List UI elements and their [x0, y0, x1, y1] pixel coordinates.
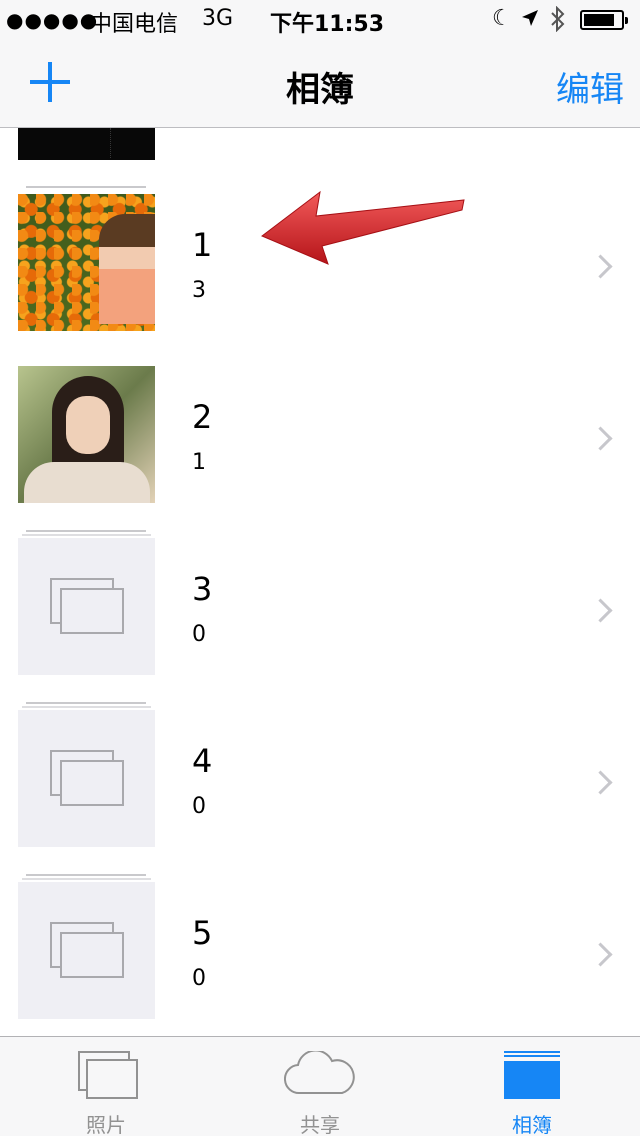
stack-line — [26, 186, 146, 188]
page-title: 相簿 — [286, 70, 354, 110]
album-row-4[interactable]: 4 0 — [0, 700, 640, 872]
album-count: 3 — [192, 278, 206, 303]
album-count: 0 — [192, 794, 206, 819]
chevron-right-icon — [588, 770, 613, 795]
edit-button[interactable]: 编辑 — [556, 62, 624, 111]
tab-photos[interactable]: 照片 — [26, 1037, 186, 1137]
album-name: 5 — [192, 914, 213, 952]
stack-line — [26, 874, 146, 876]
chevron-right-icon — [588, 598, 613, 623]
navigation-bar: 相簿 编辑 — [0, 40, 640, 128]
album-row-3[interactable]: 3 0 — [0, 528, 640, 700]
album-count: 0 — [192, 622, 206, 647]
do-not-disturb-icon: ☾ — [492, 6, 512, 31]
location-icon — [520, 8, 540, 34]
chevron-right-icon — [588, 254, 613, 279]
tab-label: 照片 — [86, 1113, 126, 1137]
album-count: 1 — [192, 450, 206, 475]
signal-strength: ●●●●● — [6, 8, 99, 32]
tab-label: 共享 — [300, 1113, 340, 1137]
cloud-icon — [283, 1049, 356, 1101]
tab-bar: 照片 共享 相簿 — [0, 1036, 640, 1137]
album-name: 3 — [192, 570, 213, 608]
album-row-5[interactable]: 5 0 — [0, 872, 640, 1036]
tab-albums[interactable]: 相簿 — [452, 1037, 612, 1137]
empty-album-icon — [18, 710, 155, 847]
partial-album-thumbnail[interactable] — [18, 128, 155, 160]
album-row-2[interactable]: 2 1 — [0, 356, 640, 528]
album-thumbnail-photo — [18, 194, 155, 331]
empty-album-icon — [18, 538, 155, 675]
tab-label: 相簿 — [512, 1113, 552, 1137]
chevron-right-icon — [588, 942, 613, 967]
stack-line — [22, 878, 151, 880]
red-arrow-annotation — [258, 188, 470, 272]
stack-line — [22, 534, 151, 536]
carrier-name: 中国电信 — [90, 12, 179, 37]
album-name: 4 — [192, 742, 213, 780]
clock: 下午11:53 — [270, 12, 385, 37]
network-type: 3G — [202, 6, 234, 31]
albums-icon — [504, 1051, 560, 1099]
tab-shared[interactable]: 共享 — [240, 1037, 400, 1137]
album-count: 0 — [192, 966, 206, 991]
bluetooth-icon — [550, 5, 566, 38]
stack-line — [26, 530, 146, 532]
empty-album-icon — [18, 882, 155, 1019]
album-thumbnail-photo — [18, 366, 155, 503]
album-name: 2 — [192, 398, 213, 436]
status-bar: ●●●●● 中国电信 3G 下午11:53 ☾ — [0, 0, 640, 40]
stack-line — [22, 706, 151, 708]
stack-line — [26, 702, 146, 704]
chevron-right-icon — [588, 426, 613, 451]
battery-icon — [580, 10, 628, 30]
album-name: 1 — [192, 226, 213, 264]
